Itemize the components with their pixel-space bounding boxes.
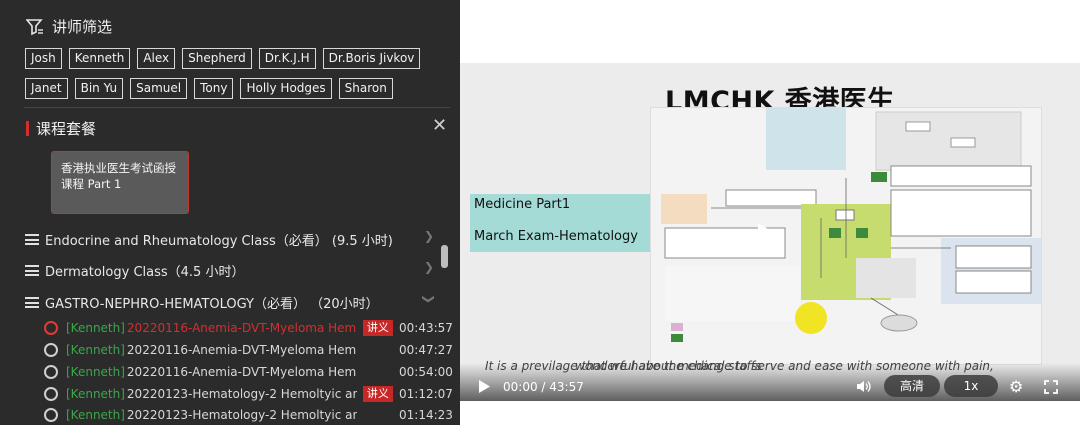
chevron-right-icon[interactable]: ❯: [424, 260, 434, 274]
divider: [24, 107, 450, 108]
lesson-duration: 00:47:27: [399, 343, 453, 357]
player-controls: wonderful about medical staffs 00:00 / 4…: [460, 359, 1080, 401]
lecturer-chip[interactable]: Shepherd: [182, 48, 252, 69]
playing-indicator-icon: [44, 321, 58, 335]
lecturer-tag: [Kenneth]: [66, 408, 125, 422]
lecturer-filter-title: 讲师筛选: [52, 18, 113, 36]
class-item-gastro-nephro-hematology[interactable]: GASTRO-NEPHRO-HEMATOLOGY（必看） （20小时）: [25, 293, 425, 312]
close-icon[interactable]: ✕: [432, 115, 447, 136]
lesson-duration: 01:12:07: [399, 387, 453, 401]
lesson-row[interactable]: [Kenneth] 20220123-Hematology-2 Hemoltyi…: [44, 405, 453, 425]
lecturer-chip[interactable]: Dr.K.J.H: [258, 48, 316, 69]
lesson-duration: 00:54:00: [399, 365, 453, 379]
chevron-right-icon[interactable]: ❯: [424, 229, 434, 243]
course-package-title: 课程套餐: [36, 120, 97, 138]
lesson-title: 20220123-Hematology-2 Hemoltyic an...: [126, 408, 357, 422]
lesson-duration: 01:14:23: [399, 408, 453, 422]
volume-icon[interactable]: [856, 380, 872, 393]
lesson-status-icon: [44, 343, 58, 357]
lecturer-chip[interactable]: Alex: [137, 48, 176, 69]
lesson-row[interactable]: [Kenneth] 20220116-Anemia-DVT-Myeloma He…: [44, 318, 453, 338]
lecturer-chip[interactable]: Samuel: [130, 78, 188, 99]
subtitle-line-2: wonderful about medical staffs: [575, 359, 762, 373]
package-card-title: 香港执业医生考试函授课程 Part 1: [61, 161, 176, 191]
lesson-status-icon: [44, 408, 58, 422]
lecturer-chip[interactable]: Josh: [25, 48, 62, 69]
lecturer-chip[interactable]: Holly Hodges: [240, 78, 332, 99]
class-item-endocrine[interactable]: Endocrine and Rheumatology Class（必看） (9.…: [25, 230, 425, 249]
lecturer-chips-row-1: Josh Kenneth Alex Shepherd Dr.K.J.H Dr.B…: [25, 48, 445, 69]
lesson-status-icon: [44, 387, 58, 401]
lecturer-chips-row-2: Janet Bin Yu Samuel Tony Holly Hodges Sh…: [25, 78, 445, 99]
filter-icon: [26, 18, 43, 35]
scrollbar-thumb[interactable]: [441, 245, 448, 268]
slide-label-line-2: March Exam-Hematology: [474, 229, 638, 244]
video-player[interactable]: LMCHK 香港医生 Medicine Part1 March Exam-Hem…: [460, 63, 1080, 401]
lecturer-chip[interactable]: Tony: [194, 78, 234, 99]
section-accent-bar: [26, 121, 29, 136]
lecturer-chip[interactable]: Sharon: [338, 78, 393, 99]
list-icon: [25, 234, 39, 245]
play-icon[interactable]: [478, 380, 490, 393]
list-icon: [25, 297, 39, 308]
lesson-title: 20220116-Anemia-DVT-Myeloma Hem...: [126, 343, 357, 357]
course-panel: 讲师筛选 Josh Kenneth Alex Shepherd Dr.K.J.H…: [0, 0, 460, 425]
list-icon: [25, 265, 39, 276]
chevron-down-icon[interactable]: ❯: [422, 294, 436, 304]
settings-gear-icon[interactable]: ⚙: [1009, 377, 1023, 396]
lecturer-chip[interactable]: Janet: [25, 78, 68, 99]
lesson-row[interactable]: [Kenneth] 20220123-Hematology-2 Hemoltyi…: [44, 384, 453, 404]
lesson-title: 20220116-Anemia-DVT-Myeloma Hem...: [126, 321, 357, 335]
lesson-title: 20220116-Anemia-DVT-Myeloma Hem...: [126, 365, 357, 379]
lesson-row[interactable]: [Kenneth] 20220116-Anemia-DVT-Myeloma He…: [44, 362, 453, 382]
course-package-header: 课程套餐: [26, 118, 96, 139]
class-item-label: Dermatology Class（4.5 小时）: [45, 265, 245, 280]
quality-button[interactable]: 高清: [884, 375, 940, 397]
lecturer-tag: [Kenneth]: [66, 387, 125, 401]
time-display: 00:00 / 43:57: [503, 380, 584, 394]
lecturer-tag: [Kenneth]: [66, 321, 125, 335]
lesson-status-icon: [44, 365, 58, 379]
lecturer-chip[interactable]: Dr.Boris Jivkov: [322, 48, 421, 69]
lesson-duration: 00:43:57: [399, 321, 453, 335]
class-item-label: Endocrine and Rheumatology Class（必看） (9.…: [45, 234, 393, 249]
lecturer-tag: [Kenneth]: [66, 365, 125, 379]
slide-label-line-1: Medicine Part1: [474, 197, 571, 212]
lecturer-chip[interactable]: Kenneth: [68, 48, 131, 69]
package-card[interactable]: 香港执业医生考试函授课程 Part 1: [51, 151, 189, 214]
speed-button[interactable]: 1x: [944, 375, 998, 397]
coagulation-diagram: [650, 107, 1042, 365]
handout-badge[interactable]: 讲义: [362, 386, 393, 402]
lecturer-tag: [Kenneth]: [66, 343, 125, 357]
play-overlay-icon[interactable]: [752, 220, 782, 250]
lesson-row[interactable]: [Kenneth] 20220116-Anemia-DVT-Myeloma He…: [44, 340, 453, 360]
class-item-label: GASTRO-NEPHRO-HEMATOLOGY（必看） （20小时）: [45, 297, 379, 312]
fullscreen-icon[interactable]: [1044, 380, 1058, 394]
class-item-dermatology[interactable]: Dermatology Class（4.5 小时）: [25, 261, 425, 280]
lecturer-filter-header: 讲师筛选: [26, 16, 112, 37]
lesson-title: 20220123-Hematology-2 Hemoltyic an...: [126, 387, 357, 401]
lecturer-chip[interactable]: Bin Yu: [74, 78, 124, 99]
handout-badge[interactable]: 讲义: [362, 320, 393, 336]
